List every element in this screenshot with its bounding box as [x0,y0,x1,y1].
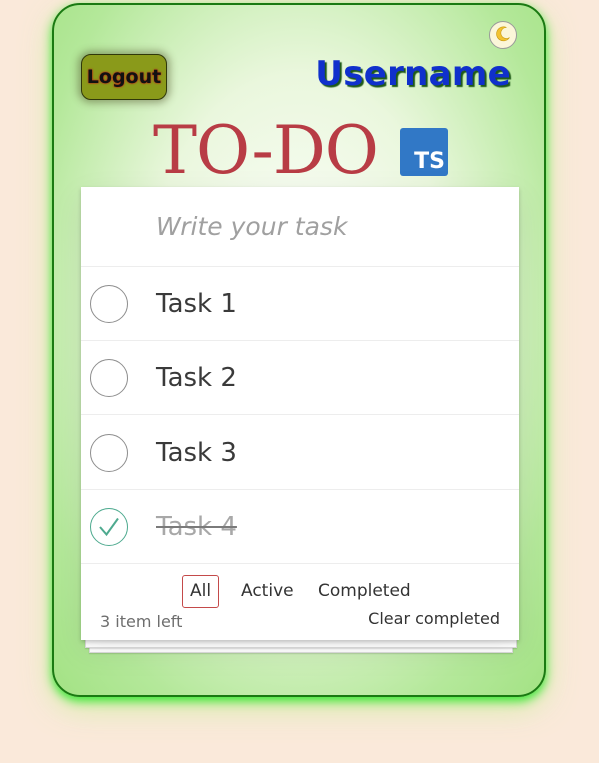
todo-item: Task 2 [81,341,519,415]
username-label: Username [315,54,511,94]
todo-item: Task 1 [81,267,519,341]
theme-toggle-button[interactable] [489,21,517,49]
checkmark-icon [99,517,119,537]
todo-toggle-checkbox[interactable] [90,508,128,546]
logout-button[interactable]: Logout [81,54,167,100]
todo-item: Task 4 [81,490,519,564]
items-left-count: 3 item left [100,612,183,631]
todo-label[interactable]: Task 3 [156,416,237,490]
todo-panel: Task 1 Task 2 Task 3 Task 4 All Active C… [81,187,519,640]
new-task-input[interactable] [81,187,519,267]
app-title-wrap: TO-DO [153,112,379,190]
moon-icon [494,25,512,46]
todo-toggle-checkbox[interactable] [90,359,128,397]
todo-label[interactable]: Task 4 [156,490,237,564]
typescript-logo: TS [400,128,448,176]
filter-completed[interactable]: Completed [310,575,419,608]
todo-label[interactable]: Task 2 [156,341,237,415]
todo-toggle-checkbox[interactable] [90,285,128,323]
filter-active[interactable]: Active [233,575,302,608]
todo-item: Task 3 [81,416,519,490]
app-title: TO-DO [153,112,379,189]
todo-toggle-checkbox[interactable] [90,434,128,472]
filter-all[interactable]: All [182,575,220,608]
todo-label[interactable]: Task 1 [156,267,237,341]
clear-completed-button[interactable]: Clear completed [368,609,500,628]
